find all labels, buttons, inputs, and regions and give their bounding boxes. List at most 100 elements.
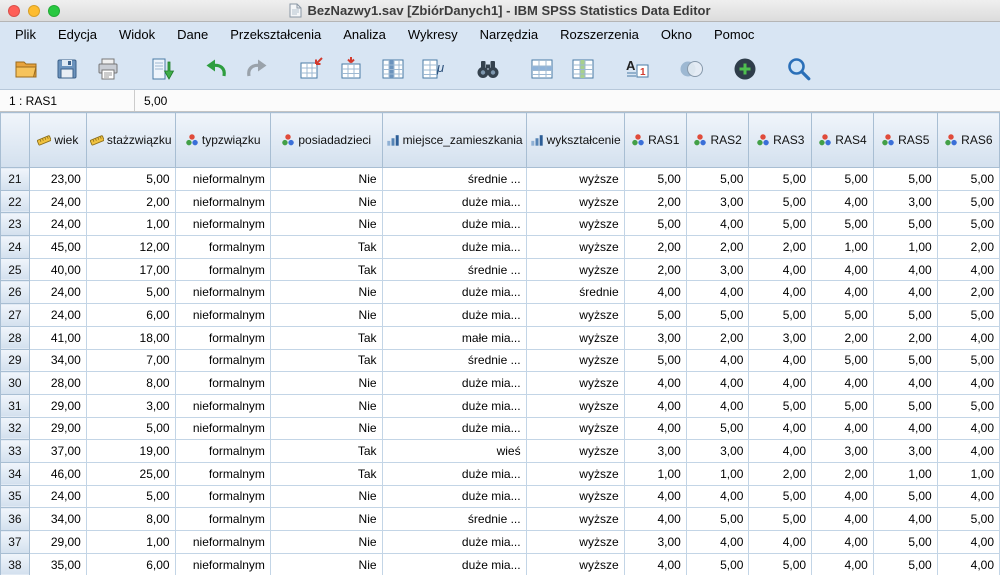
data-cell[interactable]: 5,00 <box>748 552 813 575</box>
data-cell[interactable]: wyższe <box>525 235 625 259</box>
data-cell[interactable]: 4,00 <box>811 371 874 395</box>
data-cell[interactable]: formalnym <box>174 325 271 350</box>
data-cell[interactable]: 5,00 <box>811 212 874 237</box>
select-all-corner-cell[interactable] <box>0 112 30 168</box>
column-header-wykształcenie[interactable]: wykształcenie <box>525 112 625 168</box>
menu-item-edycja[interactable]: Edycja <box>47 22 108 48</box>
variables-icon[interactable] <box>379 55 407 83</box>
data-cell[interactable]: 3,00 <box>623 439 687 463</box>
data-cell[interactable]: Nie <box>269 393 383 418</box>
data-cell[interactable]: formalnym <box>174 257 271 282</box>
data-cell[interactable]: 5,00 <box>936 303 1000 327</box>
data-cell[interactable]: 4,00 <box>811 484 874 509</box>
row-number-24[interactable]: 24 <box>0 235 30 259</box>
row-number-23[interactable]: 23 <box>0 212 30 237</box>
data-cell[interactable]: wyższe <box>525 507 625 531</box>
row-number-27[interactable]: 27 <box>0 303 30 327</box>
data-cell[interactable]: wyższe <box>525 167 625 191</box>
data-cell[interactable]: formalnym <box>174 439 271 463</box>
column-header-RAS2[interactable]: RAS2 <box>685 112 750 168</box>
goto-case-icon[interactable] <box>297 55 325 83</box>
data-cell[interactable]: 2,00 <box>685 325 750 350</box>
data-cell[interactable]: 4,00 <box>623 393 687 418</box>
data-cell[interactable]: 4,00 <box>748 280 813 305</box>
redo-icon[interactable] <box>243 55 271 83</box>
data-cell[interactable]: 2,00 <box>811 325 874 350</box>
data-cell[interactable]: formalnym <box>174 484 271 509</box>
data-cell[interactable]: 2,00 <box>623 189 687 214</box>
data-cell[interactable]: 24,00 <box>28 280 87 305</box>
data-cell[interactable]: 24,00 <box>28 189 87 214</box>
data-cell[interactable]: Nie <box>269 507 383 531</box>
data-cell[interactable]: 34,00 <box>28 507 87 531</box>
data-cell[interactable]: wyższe <box>525 530 625 554</box>
menu-item-okno[interactable]: Okno <box>650 22 703 48</box>
data-cell[interactable]: duże mia... <box>381 212 527 237</box>
row-number-34[interactable]: 34 <box>0 461 30 486</box>
data-cell[interactable]: Nie <box>269 530 383 554</box>
data-cell[interactable]: formalnym <box>174 371 271 395</box>
data-cell[interactable]: 4,00 <box>748 439 813 463</box>
data-cell[interactable]: średnie ... <box>381 167 527 191</box>
data-cell[interactable]: 24,00 <box>28 303 87 327</box>
data-cell[interactable]: 3,00 <box>811 439 874 463</box>
data-cell[interactable]: nieformalnym <box>174 530 271 554</box>
data-cell[interactable]: nieformalnym <box>174 303 271 327</box>
data-cell[interactable]: 4,00 <box>872 416 938 441</box>
data-cell[interactable]: 4,00 <box>811 257 874 282</box>
data-cell[interactable]: wyższe <box>525 552 625 575</box>
data-cell[interactable]: 5,00 <box>685 167 750 191</box>
goto-variable-icon[interactable] <box>338 55 366 83</box>
menu-item-rozszerzenia[interactable]: Rozszerzenia <box>549 22 650 48</box>
data-cell[interactable]: Nie <box>269 167 383 191</box>
data-cell[interactable]: 4,00 <box>872 371 938 395</box>
data-cell[interactable]: 5,00 <box>85 484 176 509</box>
data-cell[interactable]: Tak <box>269 325 383 350</box>
data-cell[interactable]: wieś <box>381 439 527 463</box>
data-cell[interactable]: 4,00 <box>685 348 750 373</box>
menu-item-analiza[interactable]: Analiza <box>332 22 397 48</box>
data-cell[interactable]: 8,00 <box>85 371 176 395</box>
row-number-31[interactable]: 31 <box>0 393 30 418</box>
data-cell[interactable]: 23,00 <box>28 167 87 191</box>
save-icon[interactable] <box>53 55 81 83</box>
data-cell[interactable]: 4,00 <box>748 348 813 373</box>
open-data-icon[interactable] <box>12 55 40 83</box>
data-cell[interactable]: średnie ... <box>381 507 527 531</box>
print-icon[interactable] <box>94 55 122 83</box>
data-cell[interactable]: 3,00 <box>748 325 813 350</box>
data-cell[interactable]: 4,00 <box>748 371 813 395</box>
data-cell[interactable]: 4,00 <box>685 371 750 395</box>
data-cell[interactable]: 5,00 <box>85 416 176 441</box>
data-cell[interactable]: Nie <box>269 303 383 327</box>
data-cell[interactable]: wyższe <box>525 303 625 327</box>
data-cell[interactable]: 12,00 <box>85 235 176 259</box>
data-cell[interactable]: 5,00 <box>748 167 813 191</box>
data-cell[interactable]: 5,00 <box>811 303 874 327</box>
data-cell[interactable]: 28,00 <box>28 371 87 395</box>
recall-dialogs-icon[interactable] <box>148 55 176 83</box>
data-cell[interactable]: nieformalnym <box>174 416 271 441</box>
data-cell[interactable]: formalnym <box>174 507 271 531</box>
data-cell[interactable]: wyższe <box>525 371 625 395</box>
row-number-28[interactable]: 28 <box>0 325 30 350</box>
data-cell[interactable]: 4,00 <box>872 507 938 531</box>
data-cell[interactable]: 5,00 <box>936 212 1000 237</box>
data-cell[interactable]: 5,00 <box>685 416 750 441</box>
data-cell[interactable]: 3,00 <box>685 189 750 214</box>
data-cell[interactable]: 5,00 <box>748 303 813 327</box>
data-cell[interactable]: 4,00 <box>811 416 874 441</box>
row-number-30[interactable]: 30 <box>0 371 30 395</box>
data-cell[interactable]: 4,00 <box>748 530 813 554</box>
data-cell[interactable]: duże mia... <box>381 235 527 259</box>
insert-cases-icon[interactable] <box>528 55 556 83</box>
row-number-21[interactable]: 21 <box>0 167 30 191</box>
data-cell[interactable]: 5,00 <box>623 303 687 327</box>
row-number-36[interactable]: 36 <box>0 507 30 531</box>
row-number-38[interactable]: 38 <box>0 552 30 575</box>
data-cell[interactable]: 29,00 <box>28 393 87 418</box>
data-cell[interactable]: 2,00 <box>685 235 750 259</box>
data-cell[interactable]: 4,00 <box>936 552 1000 575</box>
data-cell[interactable]: 1,00 <box>85 530 176 554</box>
row-number-32[interactable]: 32 <box>0 416 30 441</box>
